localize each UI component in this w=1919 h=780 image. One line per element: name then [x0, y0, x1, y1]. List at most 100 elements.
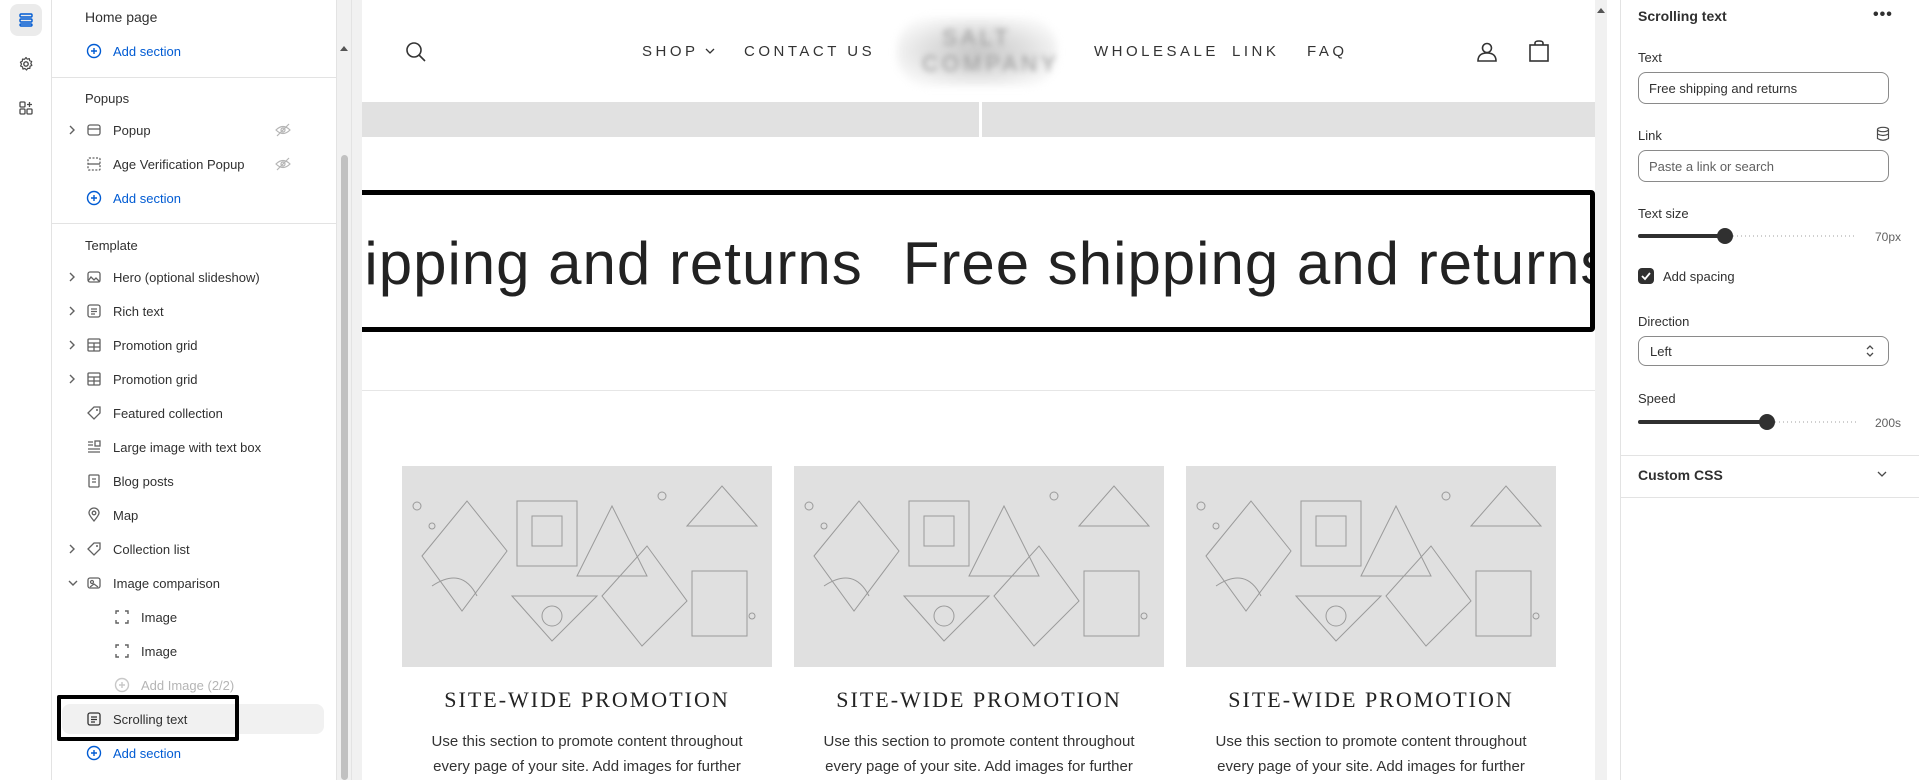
preview-scrollbar[interactable] [1595, 0, 1607, 780]
section-label: Age Verification Popup [113, 157, 245, 172]
header-add-section-button[interactable]: Add section [52, 34, 337, 68]
promotion-placeholder-image [794, 466, 1164, 667]
apps-icon[interactable] [10, 92, 42, 124]
select-chevron-icon [1865, 344, 1875, 358]
grid-icon [86, 371, 102, 387]
promotion-card[interactable]: SITE-WIDE PROMOTION Use this section to p… [1186, 466, 1556, 779]
chevron-right-icon[interactable] [68, 340, 76, 350]
scroll-up-arrow-icon[interactable] [340, 46, 348, 51]
section-item-featured-collection[interactable]: Featured collection [52, 396, 337, 430]
eye-hidden-icon[interactable] [275, 157, 291, 171]
block-item-image[interactable]: Image [52, 600, 337, 634]
add-section-label: Add section [113, 191, 181, 206]
more-options-icon[interactable]: ••• [1873, 6, 1893, 24]
image-block-icon [114, 643, 130, 659]
promotion-card[interactable]: SITE-WIDE PROMOTION Use this section to p… [402, 466, 772, 779]
chevron-right-icon[interactable] [68, 125, 76, 135]
text-size-slider[interactable] [1638, 228, 1856, 244]
section-item-large-image-with-text-box[interactable]: Large image with text box [52, 430, 337, 464]
section-item-popup[interactable]: Popup [52, 113, 337, 147]
section-item-hero-optional-slideshow[interactable]: Hero (optional slideshow) [52, 260, 337, 294]
section-divider [362, 390, 1595, 391]
promotion-text: Use this section to promote content thro… [823, 733, 1135, 775]
cart-bag-icon[interactable] [1529, 40, 1549, 62]
add-spacing-checkbox[interactable] [1638, 268, 1654, 284]
section-settings-panel: Scrolling text ••• Text Link Text size 7… [1620, 0, 1919, 780]
sections-icon[interactable] [10, 4, 42, 36]
scrolling-text-track: hipping and returns Free shipping and ret… [362, 229, 1590, 298]
sidebar-scroll-thumb[interactable] [341, 155, 348, 780]
promotion-card[interactable]: SITE-WIDE PROMOTION Use this section to p… [794, 466, 1164, 779]
chevron-down-icon[interactable] [68, 578, 78, 588]
section-item-rich-text[interactable]: Rich text [52, 294, 337, 328]
nav-link[interactable]: LINK [1232, 43, 1279, 60]
section-item-collection-list[interactable]: Collection list [52, 532, 337, 566]
slider-knob[interactable] [1717, 228, 1733, 244]
direction-label: Direction [1638, 314, 1690, 329]
promotion-title: SITE-WIDE PROMOTION [836, 687, 1122, 712]
tag-icon [86, 405, 102, 421]
section-item-promotion-grid[interactable]: Promotion grid [52, 328, 337, 362]
text-section-icon [86, 303, 102, 319]
speed-slider[interactable] [1638, 414, 1856, 430]
direction-select[interactable]: Left [1638, 336, 1889, 366]
slideshow-icon [86, 269, 102, 285]
home-page-title: Home page [85, 9, 158, 25]
section-label: Blog posts [113, 474, 174, 489]
popups-add-section-button[interactable]: Add section [52, 181, 337, 215]
section-item-map[interactable]: Map [52, 498, 337, 532]
link-field[interactable] [1638, 150, 1889, 182]
chevron-right-icon[interactable] [68, 272, 76, 282]
section-item-age-verification-popup[interactable]: Age Verification Popup [52, 147, 337, 181]
store-header: SHOP CONTACT US SALT COMPANY WHOLESALE L… [362, 0, 1595, 102]
text-size-value: 70px [1874, 230, 1901, 244]
settings-gear-icon[interactable] [10, 48, 42, 80]
section-item-promotion-grid[interactable]: Promotion grid [52, 362, 337, 396]
text-size-label: Text size [1638, 206, 1689, 221]
add-circle-icon [86, 745, 102, 761]
dynamic-source-icon[interactable] [1876, 126, 1890, 142]
account-icon[interactable] [1476, 41, 1498, 63]
scroll-up-arrow-icon[interactable] [1597, 8, 1605, 13]
chevron-right-icon[interactable] [68, 374, 76, 384]
store-logo-text: SALT COMPANY [922, 25, 1060, 76]
slider-knob[interactable] [1759, 414, 1775, 430]
nav-faq[interactable]: FAQ [1307, 43, 1348, 60]
section-item-image-comparison[interactable]: Image comparison [52, 566, 337, 600]
text-field-label: Text [1638, 50, 1662, 65]
nav-shop[interactable]: SHOP [642, 43, 699, 60]
store-preview: SHOP CONTACT US SALT COMPANY WHOLESALE L… [362, 0, 1595, 780]
chevron-down-icon[interactable] [705, 48, 715, 55]
scrolling-text-section[interactable]: hipping and returns Free shipping and ret… [362, 190, 1595, 332]
chevron-down-icon[interactable] [1877, 471, 1887, 478]
divider [1621, 497, 1919, 498]
image-text-icon [86, 439, 102, 455]
section-label: Featured collection [113, 406, 223, 421]
add-circle-icon [86, 43, 102, 59]
chevron-right-icon[interactable] [68, 306, 76, 316]
section-item-blog-posts[interactable]: Blog posts [52, 464, 337, 498]
left-rail [0, 0, 52, 780]
chevron-right-icon[interactable] [68, 544, 76, 554]
image-block-icon [114, 609, 130, 625]
custom-css-label[interactable]: Custom CSS [1638, 467, 1723, 483]
sections-sidebar: Home page Add section Popups Popup Age V… [52, 0, 352, 780]
link-field-label: Link [1638, 128, 1662, 143]
announcement-bar-right [982, 102, 1595, 137]
promotion-text: Use this section to promote content thro… [431, 733, 743, 775]
section-label: Map [113, 508, 139, 523]
promotion-title: SITE-WIDE PROMOTION [1228, 687, 1514, 712]
slider-fill [1638, 234, 1725, 238]
text-field[interactable] [1638, 72, 1889, 104]
image-icon [86, 575, 102, 591]
section-label: Promotion grid [113, 372, 198, 387]
promotion-text: Use this section to promote content thro… [1215, 733, 1527, 775]
popup-icon [86, 122, 102, 138]
add-circle-icon [86, 190, 102, 206]
block-item-image[interactable]: Image [52, 634, 337, 668]
nav-contact-us[interactable]: CONTACT US [744, 43, 875, 60]
template-add-section-button[interactable]: Add section [52, 736, 337, 770]
search-icon[interactable] [405, 41, 427, 63]
nav-wholesale[interactable]: WHOLESALE [1094, 43, 1219, 60]
eye-hidden-icon[interactable] [275, 123, 291, 137]
